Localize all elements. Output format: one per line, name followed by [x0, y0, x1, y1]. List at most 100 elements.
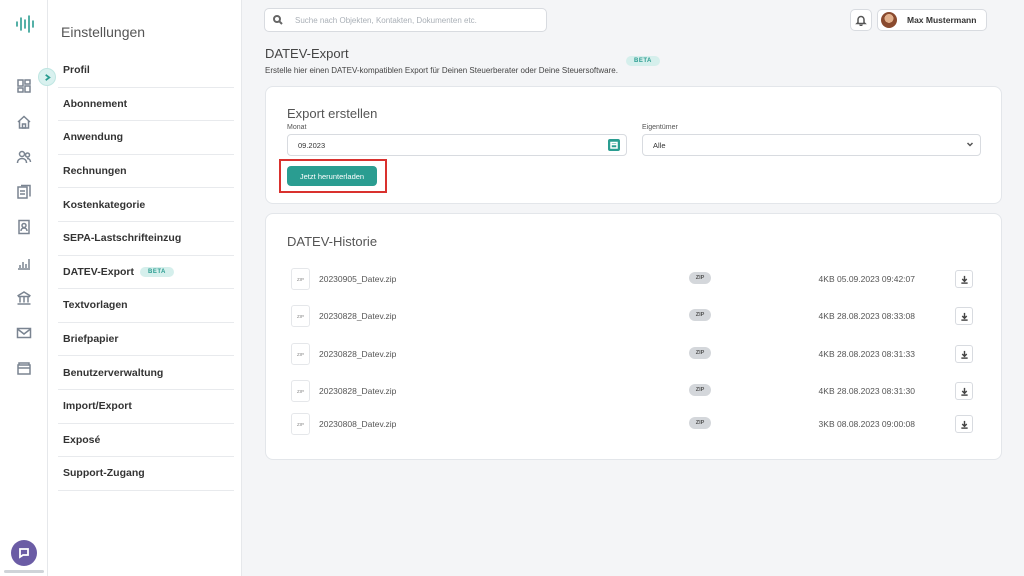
settings-title: Einstellungen [61, 24, 146, 40]
chevron-down-icon [966, 140, 974, 150]
history-row: ZIP 20230905_Datev.zip ZIP 4KB 05.09.202… [266, 268, 1003, 290]
file-date: 28.08.2023 08:31:33 [837, 349, 915, 359]
download-button[interactable]: Jetzt herunterladen [287, 166, 377, 186]
mail-icon[interactable] [15, 324, 33, 342]
documents-icon[interactable] [15, 183, 33, 201]
chat-icon[interactable] [11, 540, 37, 566]
history-row: ZIP 20230808_Datev.zip ZIP 3KB 08.08.202… [266, 413, 1003, 435]
export-title: Export erstellen [287, 106, 378, 121]
file-name: 20230828_Datev.zip [319, 386, 397, 396]
download-icon [960, 387, 968, 396]
settings-item-support-zugang[interactable]: Support-Zugang [58, 457, 234, 491]
settings-item-abonnement[interactable]: Abonnement [58, 88, 234, 122]
icon-rail [0, 0, 56, 576]
page-title: DATEV-Export [265, 46, 349, 61]
file-meta: 4KB 28.08.2023 08:33:08 [819, 311, 915, 321]
file-type-badge: ZIP [689, 417, 711, 429]
waveform-logo-icon[interactable] [14, 14, 34, 34]
file-date: 08.08.2023 09:00:08 [837, 419, 915, 429]
settings-item-profil[interactable]: Profil [58, 54, 234, 88]
notifications-button[interactable] [850, 9, 872, 31]
settings-menu: Profil Abonnement Anwendung Rechnungen K… [58, 54, 234, 491]
zip-file-icon: ZIP [291, 413, 310, 435]
download-file-button[interactable] [955, 345, 973, 363]
file-type-badge: ZIP [689, 272, 711, 284]
search-bar[interactable] [264, 8, 547, 32]
zip-file-icon: ZIP [291, 305, 310, 327]
home-icon[interactable] [15, 113, 33, 131]
file-meta: 4KB 05.09.2023 09:42:07 [819, 274, 915, 284]
archive-icon[interactable] [15, 359, 33, 377]
settings-item-kostenkategorie[interactable]: Kostenkategorie [58, 188, 234, 222]
file-size: 4KB [818, 386, 835, 396]
search-input[interactable] [295, 15, 535, 25]
download-file-button[interactable] [955, 307, 973, 325]
contacts-icon[interactable] [15, 148, 33, 166]
file-date: 05.09.2023 09:42:07 [837, 274, 915, 284]
owner-select[interactable]: Alle [642, 134, 981, 156]
history-card: DATEV-Historie ZIP 20230905_Datev.zip ZI… [265, 213, 1002, 460]
page-description: Erstelle hier einen DATEV-kompatiblen Ex… [265, 66, 618, 75]
download-icon [960, 275, 968, 284]
bank-icon[interactable] [15, 289, 33, 307]
owner-label: Eigentümer [642, 124, 678, 131]
scrollbar[interactable] [4, 570, 44, 573]
settings-panel: Einstellungen Profil Abonnement Anwendun… [48, 0, 242, 576]
bell-icon [855, 15, 867, 26]
settings-item-sepa[interactable]: SEPA-Lastschrifteinzug [58, 222, 234, 256]
chevron-right-icon [44, 73, 51, 81]
chart-icon[interactable] [15, 254, 33, 272]
file-type-badge: ZIP [689, 309, 711, 321]
avatar [881, 12, 897, 28]
download-file-button[interactable] [955, 415, 973, 433]
zip-file-icon: ZIP [291, 343, 310, 365]
download-file-button[interactable] [955, 382, 973, 400]
download-file-button[interactable] [955, 270, 973, 288]
download-icon [960, 350, 968, 359]
month-picker[interactable]: 09.2023 [287, 134, 627, 156]
zip-file-icon: ZIP [291, 380, 310, 402]
settings-item-benutzerverwaltung[interactable]: Benutzerverwaltung [58, 356, 234, 390]
history-row: ZIP 20230828_Datev.zip ZIP 4KB 28.08.202… [266, 343, 1003, 365]
file-date: 28.08.2023 08:33:08 [837, 311, 915, 321]
settings-item-briefpapier[interactable]: Briefpapier [58, 323, 234, 357]
contract-icon[interactable] [15, 218, 33, 236]
zip-file-icon: ZIP [291, 268, 310, 290]
file-size: 4KB [818, 349, 835, 359]
search-icon [273, 15, 283, 25]
history-row: ZIP 20230828_Datev.zip ZIP 4KB 28.08.202… [266, 305, 1003, 327]
settings-item-expose[interactable]: Exposé [58, 424, 234, 458]
owner-value: Alle [653, 140, 666, 150]
file-meta: 4KB 28.08.2023 08:31:30 [819, 386, 915, 396]
file-size: 3KB [818, 419, 835, 429]
settings-item-textvorlagen[interactable]: Textvorlagen [58, 289, 234, 323]
file-size: 4KB [818, 274, 835, 284]
file-meta: 3KB 08.08.2023 09:00:08 [819, 419, 915, 429]
download-icon [960, 420, 968, 429]
file-name: 20230828_Datev.zip [319, 349, 397, 359]
history-title: DATEV-Historie [287, 234, 378, 249]
export-card: Export erstellen Monat 09.2023 Eigentüme… [265, 86, 1002, 204]
file-meta: 4KB 28.08.2023 08:31:33 [819, 349, 915, 359]
beta-badge: BETA [139, 266, 174, 277]
history-row: ZIP 20230828_Datev.zip ZIP 4KB 28.08.202… [266, 380, 1003, 402]
user-menu[interactable]: Max Mustermann [877, 9, 987, 31]
settings-item-datev-export[interactable]: DATEV-Export BETA [58, 256, 234, 290]
settings-item-import-export[interactable]: Import/Export [58, 390, 234, 424]
beta-badge: BETA [626, 56, 660, 66]
file-name: 20230905_Datev.zip [319, 274, 397, 284]
calendar-icon[interactable] [608, 139, 620, 151]
expand-sidebar-button[interactable] [38, 68, 56, 86]
settings-item-rechnungen[interactable]: Rechnungen [58, 155, 234, 189]
page-beta-badge-wrap: BETA [626, 49, 660, 67]
file-name: 20230808_Datev.zip [319, 419, 397, 429]
file-type-badge: ZIP [689, 347, 711, 359]
month-value: 09.2023 [298, 140, 326, 150]
user-name: Max Mustermann [907, 15, 977, 25]
settings-item-anwendung[interactable]: Anwendung [58, 121, 234, 155]
file-name: 20230828_Datev.zip [319, 311, 397, 321]
download-icon [960, 312, 968, 321]
file-size: 4KB [818, 311, 835, 321]
dashboard-icon[interactable] [15, 77, 33, 95]
file-type-badge: ZIP [689, 384, 711, 396]
